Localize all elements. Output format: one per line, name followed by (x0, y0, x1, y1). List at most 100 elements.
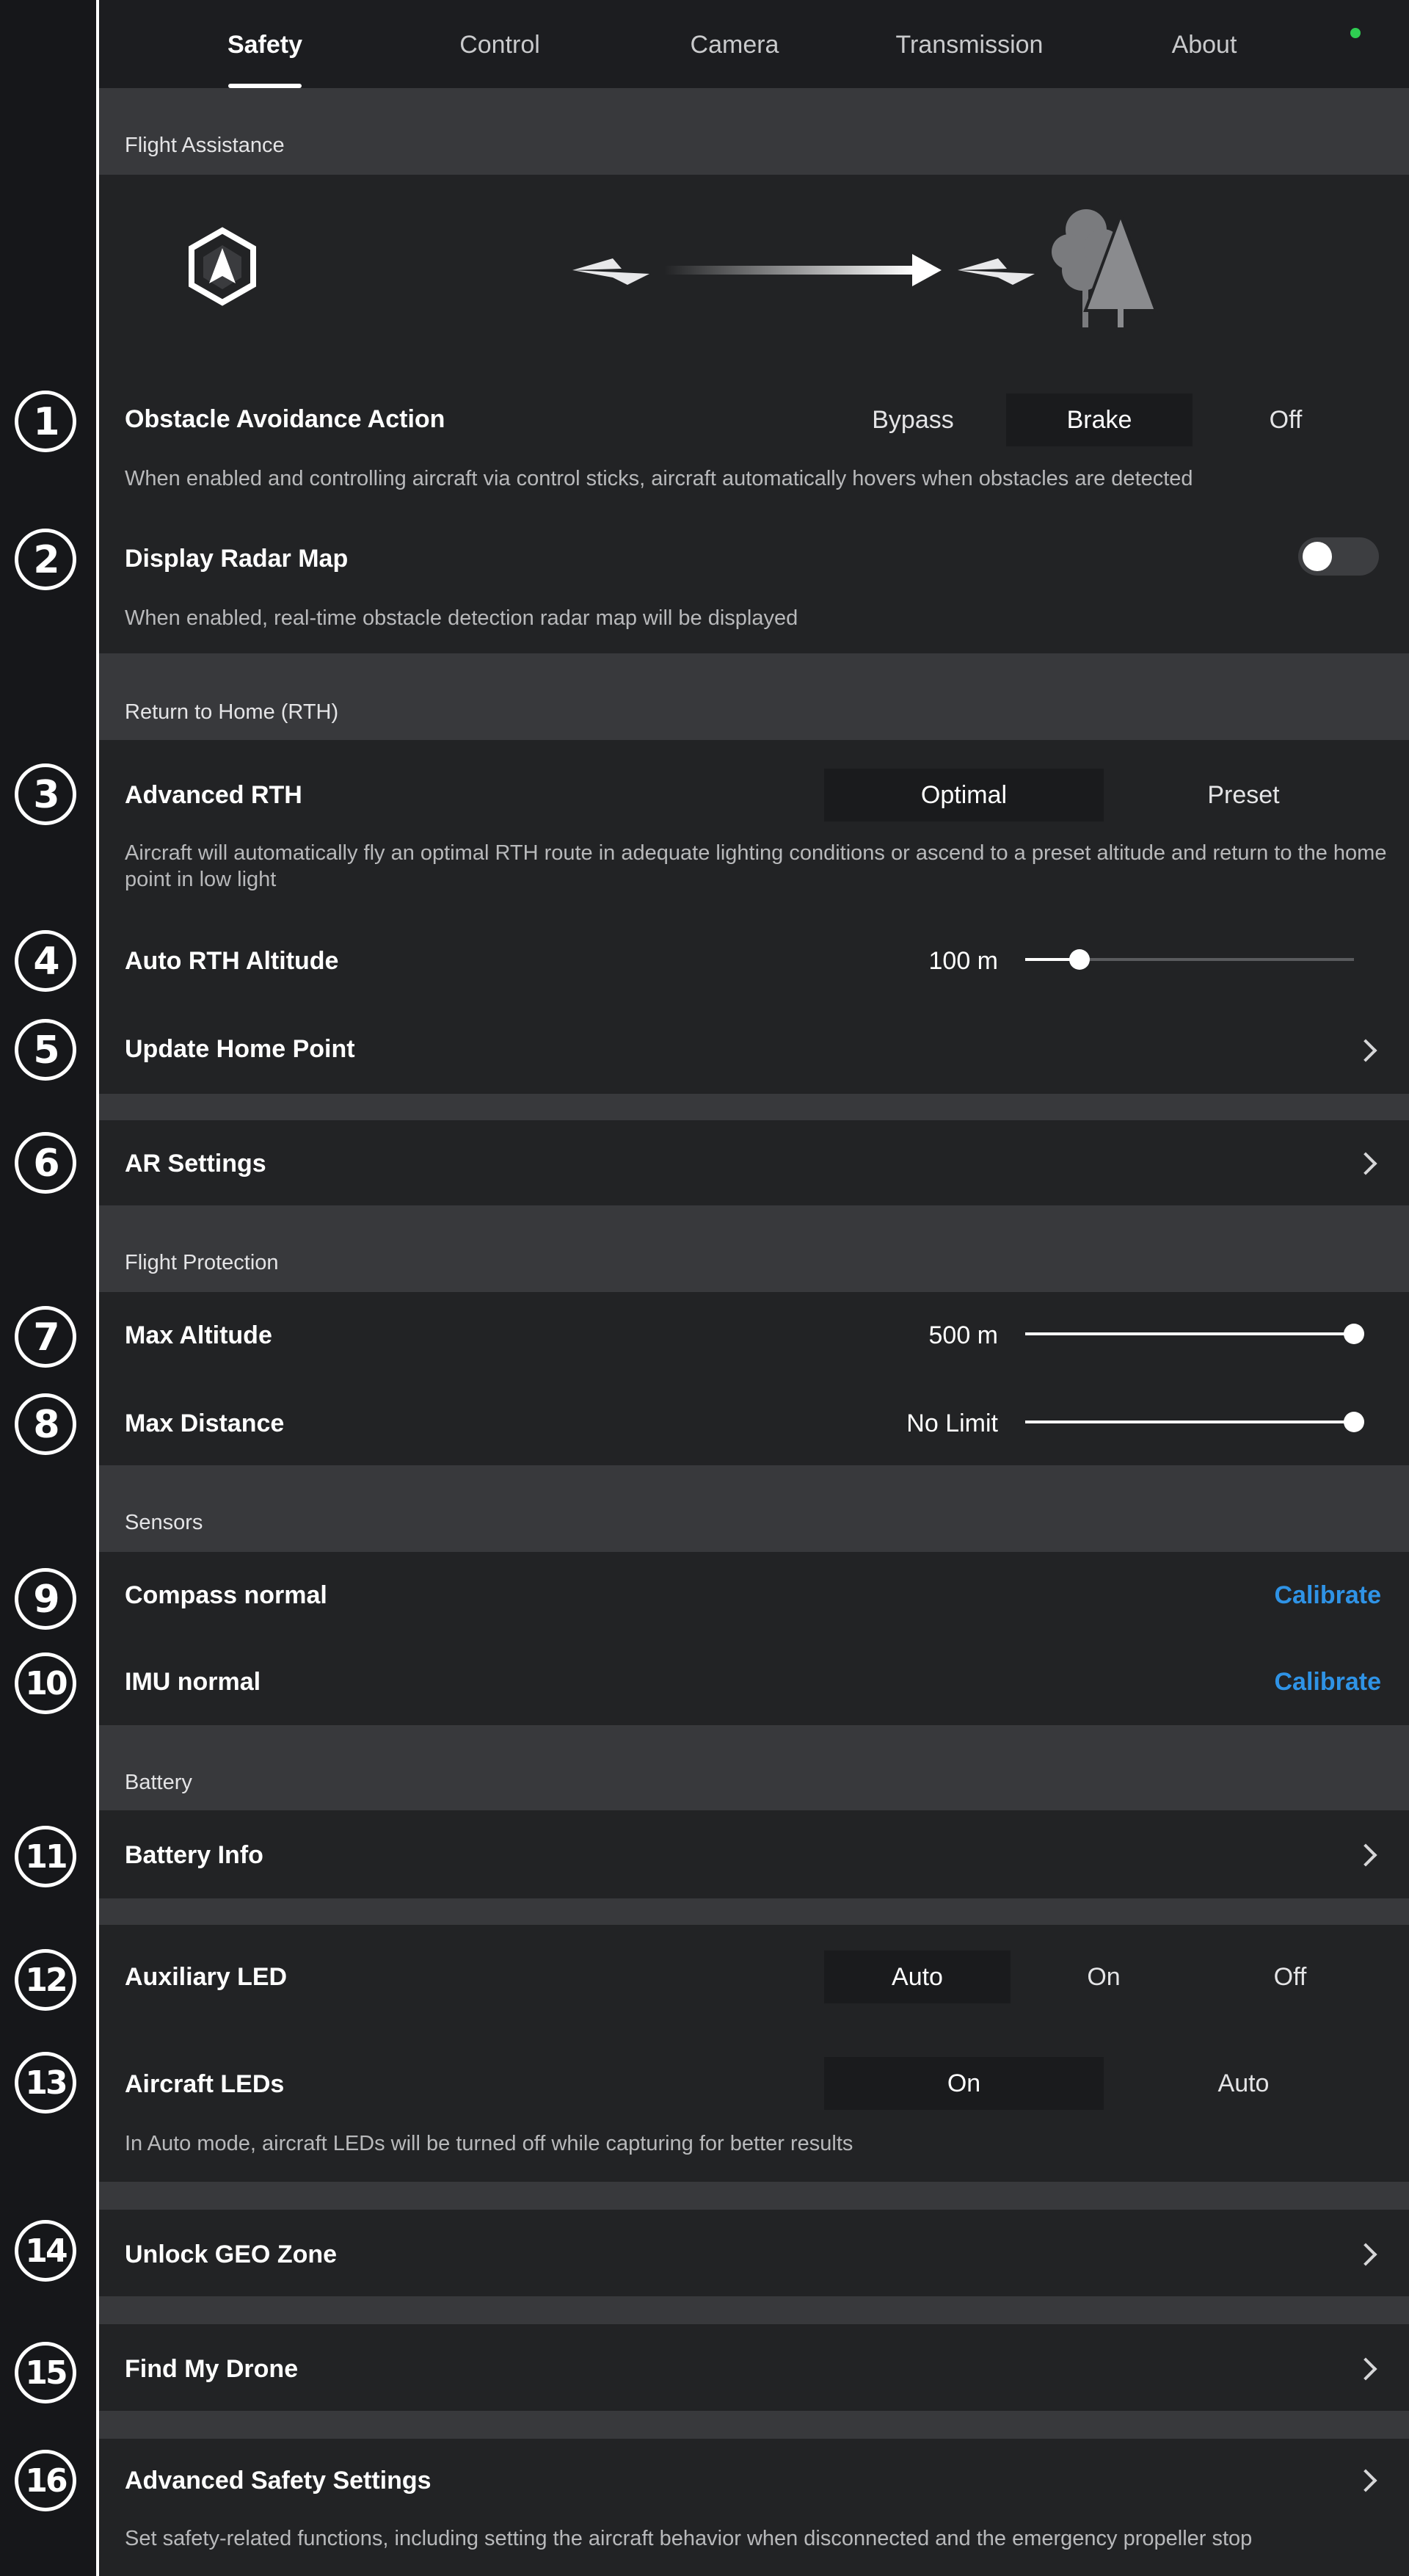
radar-map-toggle[interactable] (1298, 537, 1379, 576)
option-on[interactable]: On (824, 2057, 1104, 2110)
callout-6: 6 (15, 1132, 76, 1194)
advanced-rth-title: Advanced RTH (125, 781, 302, 809)
max-altitude-slider[interactable] (1025, 1324, 1364, 1344)
toggle-knob (1303, 542, 1332, 571)
slider-thumb[interactable] (1344, 1324, 1364, 1344)
advanced-safety-card: Advanced Safety Settings Set safety-rela… (99, 2439, 1409, 2576)
imu-calibrate-button[interactable]: Calibrate (1275, 1668, 1382, 1697)
option-brake[interactable]: Brake (1006, 393, 1193, 446)
obstacle-avoidance-description: When enabled and controlling aircraft vi… (125, 467, 1193, 490)
tree-obstacle-icon (1052, 209, 1158, 327)
max-distance-value: No Limit (906, 1409, 998, 1437)
section-battery: Battery (99, 1725, 1409, 1810)
led-card: Auxiliary LED Auto On Off Aircraft LEDs … (99, 1925, 1409, 2182)
max-distance-slider[interactable] (1025, 1412, 1364, 1432)
callout-9: 9 (15, 1568, 76, 1630)
callout-16: 16 (15, 2450, 76, 2511)
chevron-right-icon[interactable] (1354, 2357, 1377, 2381)
obstacle-illustration (189, 209, 1158, 327)
section-label: Flight Protection (125, 1251, 279, 1274)
radar-map-description: When enabled, real-time obstacle detecti… (125, 606, 798, 630)
compass-status: Compass normal (125, 1581, 327, 1609)
imu-status: IMU normal (125, 1668, 261, 1696)
section-flight-assistance: Flight Assistance (99, 88, 1409, 175)
max-distance-title: Max Distance (125, 1409, 285, 1437)
find-drone-card: Find My Drone (99, 2324, 1409, 2411)
advanced-rth-selector: Optimal Preset (824, 769, 1383, 821)
compass-calibrate-button[interactable]: Calibrate (1275, 1581, 1382, 1610)
callout-3: 3 (15, 763, 76, 825)
auto-rth-altitude-value: 100 m (928, 947, 999, 975)
aircraft-leds-description: In Auto mode, aircraft LEDs will be turn… (125, 2132, 853, 2155)
option-off[interactable]: Off (1193, 393, 1379, 446)
aircraft-leds-title: Aircraft LEDs (125, 2070, 285, 2098)
option-optimal[interactable]: Optimal (824, 769, 1104, 821)
slider-thumb[interactable] (1344, 1412, 1364, 1432)
option-off[interactable]: Off (1197, 1951, 1383, 2003)
battery-card: Battery Info (99, 1810, 1409, 1898)
auto-rth-altitude-slider[interactable] (1025, 949, 1354, 970)
chevron-right-icon[interactable] (1354, 1843, 1377, 1867)
aircraft-leds-selector: On Auto (824, 2057, 1383, 2110)
rth-card: Advanced RTH Optimal Preset Aircraft wil… (99, 740, 1409, 1094)
max-altitude-title: Max Altitude (125, 1321, 272, 1349)
option-auto[interactable]: Auto (1104, 2057, 1383, 2110)
find-my-drone-title[interactable]: Find My Drone (125, 2355, 298, 2384)
section-label: Return to Home (RTH) (125, 700, 339, 724)
callout-1: 1 (15, 391, 76, 452)
chevron-right-icon[interactable] (1354, 1152, 1377, 1175)
obstacle-avoidance-selector: Bypass Brake Off (820, 393, 1379, 446)
slider-thumb[interactable] (1068, 949, 1090, 970)
callout-14: 14 (15, 2220, 76, 2282)
spacer (99, 1094, 1409, 1120)
obstacle-avoidance-title: Obstacle Avoidance Action (125, 405, 445, 433)
section-sensors: Sensors (99, 1465, 1409, 1552)
ar-settings-title[interactable]: AR Settings (125, 1150, 266, 1178)
flight-path-arrow-icon (664, 254, 942, 286)
tab-about[interactable]: About (1087, 0, 1322, 88)
spacer (99, 2296, 1409, 2324)
chevron-right-icon[interactable] (1354, 2469, 1377, 2492)
callout-15: 15 (15, 2342, 76, 2403)
callout-13: 13 (15, 2052, 76, 2114)
option-preset[interactable]: Preset (1104, 769, 1383, 821)
battery-info-title[interactable]: Battery Info (125, 1841, 263, 1870)
option-on[interactable]: On (1011, 1951, 1197, 2003)
auto-rth-altitude-title: Auto RTH Altitude (125, 947, 339, 975)
advanced-safety-title[interactable]: Advanced Safety Settings (125, 2467, 432, 2495)
chevron-right-icon[interactable] (1354, 1039, 1377, 1062)
unlock-geo-card: Unlock GEO Zone (99, 2210, 1409, 2296)
auxiliary-led-title: Auxiliary LED (125, 1963, 288, 1991)
unlock-geo-zone-title[interactable]: Unlock GEO Zone (125, 2241, 337, 2269)
ar-settings-card: AR Settings (99, 1120, 1409, 1205)
spacer (99, 1898, 1409, 1925)
section-flight-protection: Flight Protection (99, 1205, 1409, 1292)
section-label: Battery (125, 1771, 192, 1794)
tab-camera[interactable]: Camera (617, 0, 852, 88)
flight-protection-card: Max Altitude 500 m Max Distance No Limit (99, 1292, 1409, 1465)
tab-transmission[interactable]: Transmission (852, 0, 1087, 88)
callout-2: 2 (15, 529, 76, 590)
flight-assistance-card: Obstacle Avoidance Action Bypass Brake O… (99, 175, 1409, 653)
aircraft-badge-icon (189, 227, 256, 306)
callout-5: 5 (15, 1019, 76, 1081)
connection-status-dot (1350, 28, 1361, 38)
option-bypass[interactable]: Bypass (820, 393, 1006, 446)
auxiliary-led-selector: Auto On Off (824, 1951, 1383, 2003)
callout-8: 8 (15, 1393, 76, 1455)
callout-11: 11 (15, 1826, 76, 1887)
tab-safety[interactable]: Safety (148, 0, 382, 88)
aircraft-icon (958, 258, 1035, 285)
option-auto[interactable]: Auto (824, 1951, 1011, 2003)
callout-4: 4 (15, 930, 76, 992)
slider-fill (1025, 1421, 1354, 1423)
section-rth: Return to Home (RTH) (99, 653, 1409, 740)
max-altitude-value: 500 m (928, 1321, 999, 1349)
update-home-point-title[interactable]: Update Home Point (125, 1035, 355, 1064)
section-label: Flight Assistance (125, 134, 285, 157)
callout-10: 10 (15, 1652, 76, 1714)
chevron-right-icon[interactable] (1354, 2243, 1377, 2266)
callout-gutter (0, 0, 96, 2576)
spacer (99, 2411, 1409, 2439)
tab-control[interactable]: Control (382, 0, 617, 88)
